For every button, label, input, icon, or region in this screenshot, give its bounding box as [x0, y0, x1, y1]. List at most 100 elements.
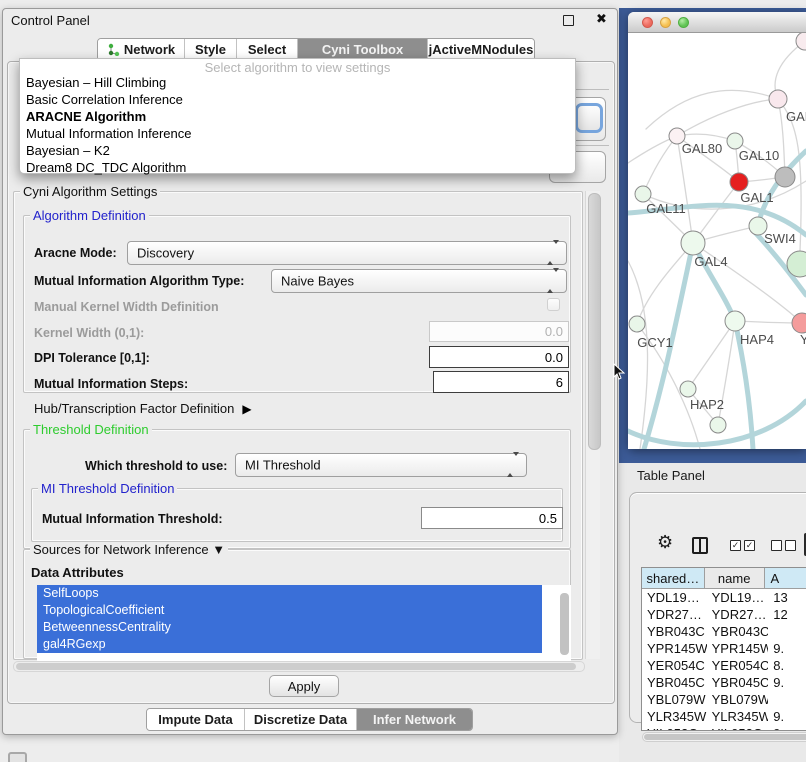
tab-infer-network[interactable]: Infer Network	[357, 709, 472, 730]
node-label-gal4: GAL4	[694, 254, 727, 269]
tab-select[interactable]: Select	[237, 39, 298, 60]
attribute-item-betweennesscentrality[interactable]: BetweennessCentrality	[37, 619, 542, 636]
which-threshold-select[interactable]: MI Threshold	[235, 453, 527, 477]
combo-arrows-icon	[547, 272, 559, 290]
aracne-mode-select[interactable]: Discovery	[127, 241, 567, 265]
mi-type-select[interactable]: Naive Bayes	[271, 269, 567, 293]
float-window-icon[interactable]	[563, 15, 574, 26]
tab-impute-data[interactable]: Impute Data	[147, 709, 245, 730]
column-header-a[interactable]: A	[765, 568, 806, 588]
table-cell: YLR345W	[642, 708, 707, 725]
sources-title: Sources for Network Inference ▼	[30, 542, 228, 557]
table-row[interactable]: YLR345WYLR345W9.	[642, 708, 806, 725]
settings-vertical-scrollbar[interactable]	[585, 191, 600, 659]
settings-horizontal-scrollbar[interactable]	[13, 661, 585, 672]
close-traffic-light-icon[interactable]	[642, 17, 653, 28]
network-node[interactable]	[769, 90, 787, 108]
dropdown-item-aracne-algorithm[interactable]: ARACNE Algorithm	[20, 108, 575, 125]
network-node[interactable]	[727, 133, 743, 149]
cyni-bottom-tabs: Impute DataDiscretize DataInfer Network	[146, 708, 473, 731]
network-node[interactable]	[730, 173, 748, 191]
network-edge[interactable]	[677, 99, 778, 136]
apply-button[interactable]: Apply	[269, 675, 339, 697]
column-layout-icon[interactable]	[692, 537, 708, 554]
network-node[interactable]	[680, 381, 696, 397]
table-row[interactable]: YPR145WYPR145W9.	[642, 640, 806, 657]
dropdown-item-bayesian-k2[interactable]: Bayesian – K2	[20, 142, 575, 159]
table-row[interactable]: YBL079WYBL079W	[642, 691, 806, 708]
table-cell: YBR045C	[707, 674, 769, 691]
dropdown-item-mutual-information-inference[interactable]: Mutual Information Inference	[20, 125, 575, 142]
network-edge[interactable]	[643, 136, 677, 194]
network-window: GALGAL80GAL10GAL1GAL11SWI4GAL4GCY1HAP4YH…	[628, 12, 806, 449]
attribute-item-gal4rgexp[interactable]: gal4RGexp	[37, 636, 542, 653]
minimize-traffic-light-icon[interactable]	[660, 17, 671, 28]
expanded-arrow-icon[interactable]: ▼	[212, 542, 225, 557]
hscroll-thumb[interactable]	[16, 663, 576, 670]
gear-icon[interactable]: ⚙	[657, 532, 673, 553]
attribute-item-topologicalcoefficient[interactable]: TopologicalCoefficient	[37, 602, 542, 619]
table-horizontal-scrollbar[interactable]	[642, 732, 806, 742]
minimized-panel-icon[interactable]	[8, 752, 27, 762]
table-row[interactable]: YBR045CYBR045C9.	[642, 674, 806, 691]
tab-cyni-toolbox[interactable]: Cyni Toolbox	[298, 39, 428, 60]
mi-type-value: Naive Bayes	[281, 274, 354, 289]
vscroll-thumb[interactable]	[588, 193, 601, 450]
network-node[interactable]	[629, 316, 645, 332]
dropdown-item-basic-correlation-inference[interactable]: Basic Correlation Inference	[20, 91, 575, 108]
table-row[interactable]: YER054CYER054C8.	[642, 657, 806, 674]
network-edge[interactable]	[677, 134, 735, 141]
network-edge[interactable]	[688, 321, 735, 389]
dropdown-item-dream8-dc-tdc-algorithm[interactable]: Dream8 DC_TDC Algorithm	[20, 159, 575, 176]
deselect-all-checks-icon[interactable]	[771, 540, 796, 551]
node-label-hap4: HAP4	[740, 332, 774, 347]
combo-arrows-icon	[507, 456, 519, 474]
table-row[interactable]: YBR043CYBR043C	[642, 623, 806, 640]
hidden-combo-focus-button[interactable]	[575, 103, 603, 133]
dpi-tolerance-field[interactable]: 0.0	[429, 346, 569, 368]
manual-kernel-checkbox[interactable]	[547, 298, 560, 311]
tab-discretize-data[interactable]: Discretize Data	[245, 709, 357, 730]
node-label-gal10: GAL10	[739, 148, 779, 163]
table-cell: YBL079W	[642, 691, 707, 708]
network-canvas[interactable]: GALGAL80GAL10GAL1GAL11SWI4GAL4GCY1HAP4YH…	[628, 33, 806, 449]
mi-threshold-field[interactable]: 0.5	[421, 507, 563, 529]
table-cell: YER054C	[642, 657, 707, 674]
table-cell: YPR145W	[707, 640, 769, 657]
mi-type-label: Mutual Information Algorithm Type:	[34, 274, 244, 288]
table-hscroll-thumb[interactable]	[644, 734, 806, 740]
mouse-cursor	[613, 363, 625, 381]
tab-style[interactable]: Style	[185, 39, 237, 60]
tab-jactivemnodules[interactable]: jActiveMNodules	[428, 39, 534, 60]
network-edge[interactable]	[646, 90, 778, 129]
dropdown-item-bayesian-hill-climbing[interactable]: Bayesian – Hill Climbing	[20, 74, 575, 91]
kernel-width-field[interactable]: 0.0	[429, 321, 569, 342]
aracne-mode-label: Aracne Mode:	[34, 246, 117, 260]
collapsed-arrow-icon: ▶	[242, 402, 251, 416]
zoom-traffic-light-icon[interactable]	[678, 17, 689, 28]
close-icon[interactable]: ✖	[596, 11, 607, 27]
table-cell: YER054C	[707, 657, 769, 674]
column-header-name[interactable]: name	[705, 568, 765, 588]
attributes-scrollbar[interactable]	[560, 593, 569, 655]
table-cell: 9	[768, 725, 806, 731]
data-attributes-list[interactable]: SelfLoopsTopologicalCoefficientBetweenne…	[37, 585, 571, 665]
network-node[interactable]	[725, 311, 745, 331]
select-all-checks-icon[interactable]: ✓ ✓	[730, 540, 755, 551]
network-node[interactable]	[681, 231, 705, 255]
network-node[interactable]	[635, 186, 651, 202]
table-row[interactable]: YDR27…YDR27…12	[642, 606, 806, 623]
tab-network[interactable]: Network	[98, 39, 185, 60]
network-window-titlebar[interactable]	[628, 12, 806, 33]
mi-steps-field[interactable]: 6	[433, 371, 569, 393]
attribute-item-selfloops[interactable]: SelfLoops	[37, 585, 542, 602]
network-edge[interactable]	[628, 261, 648, 449]
network-edge[interactable]	[778, 99, 785, 177]
mi-threshold-group-title: MI Threshold Definition	[38, 481, 177, 496]
table-row[interactable]: YIL052CYIL052C9	[642, 725, 806, 731]
hub-definition-expander[interactable]: Hub/Transcription Factor Definition ▶	[34, 401, 252, 416]
network-node[interactable]	[775, 167, 795, 187]
column-header-shared-[interactable]: shared…	[642, 568, 705, 588]
network-node[interactable]	[710, 417, 726, 433]
table-row[interactable]: YDL19…YDL19…13	[642, 589, 806, 606]
